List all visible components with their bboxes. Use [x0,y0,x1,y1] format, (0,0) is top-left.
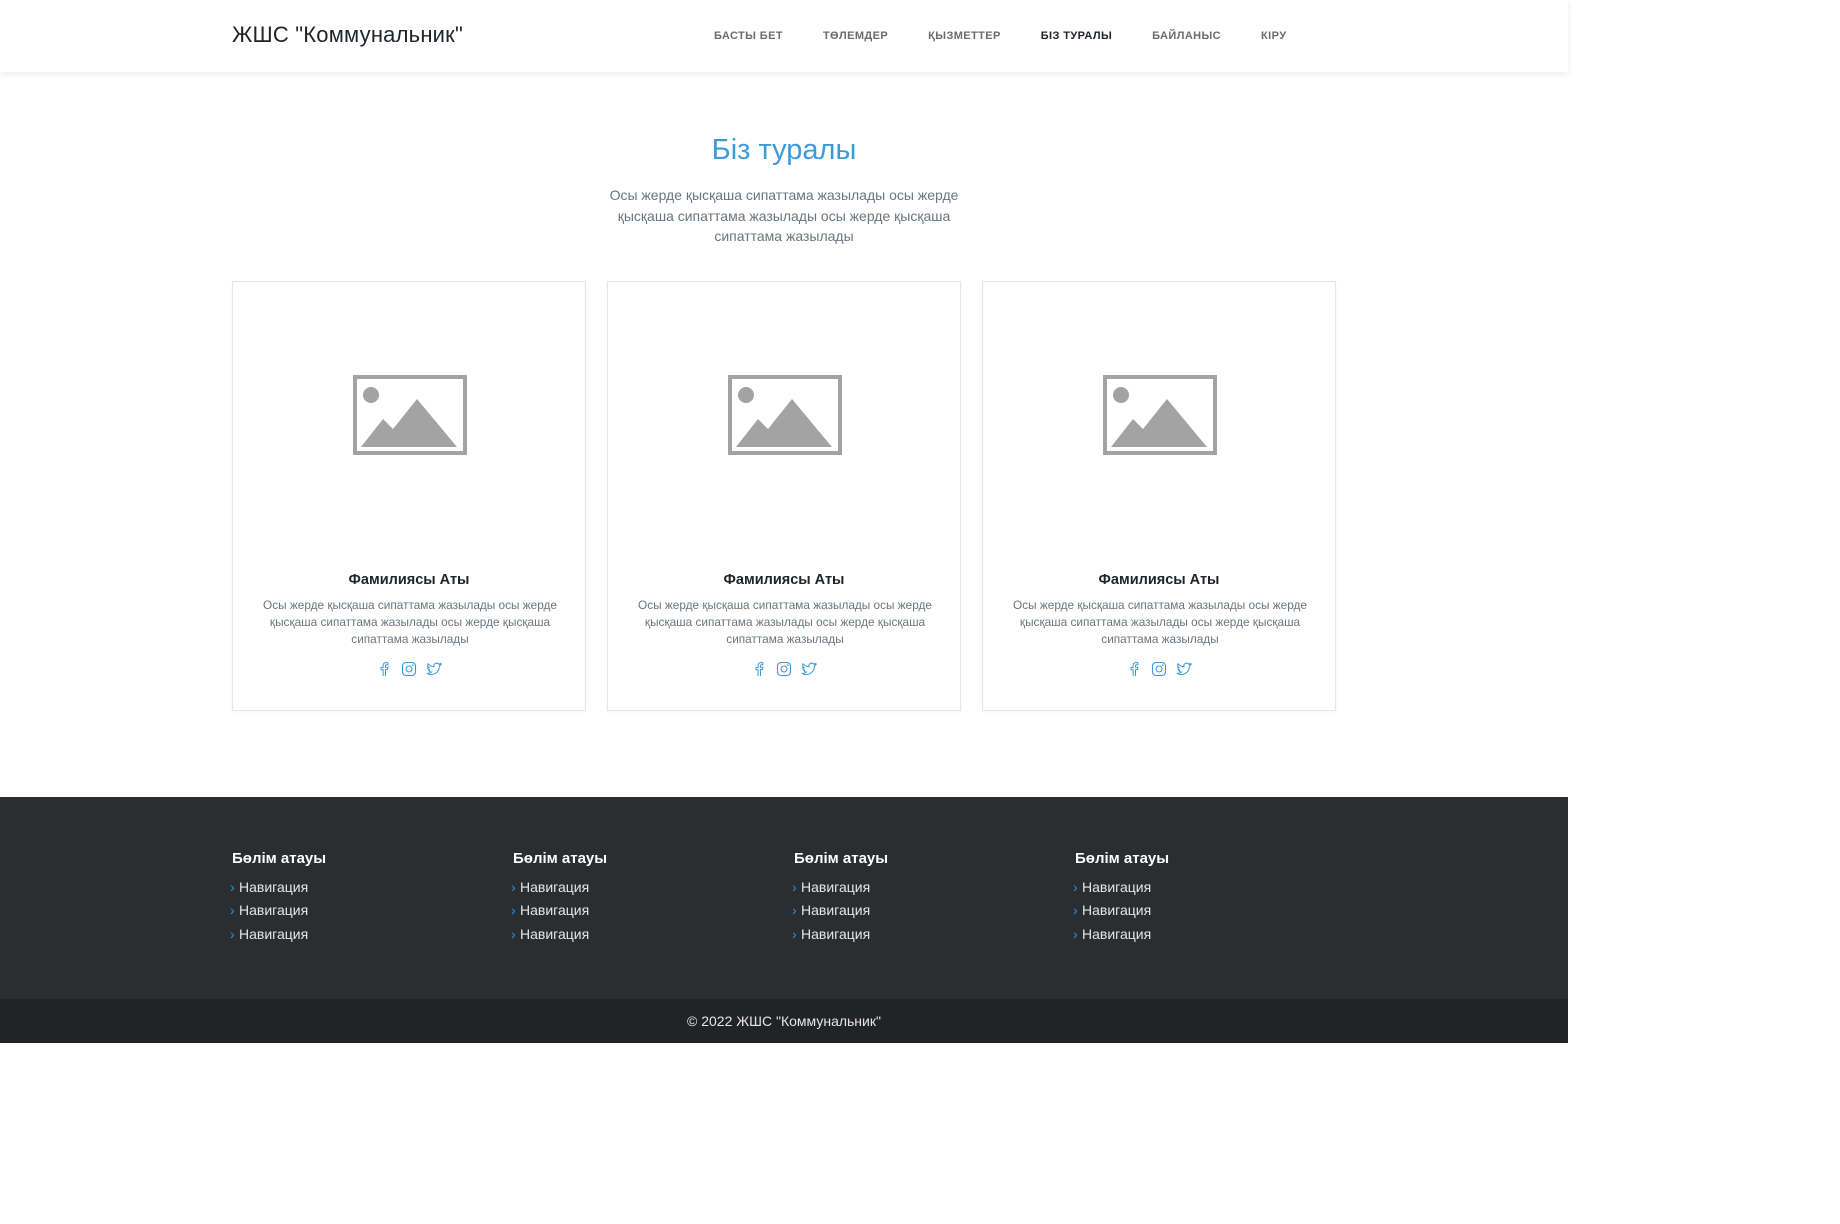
copyright-text: © 2022 ЖШС "Коммунальник" [0,999,1568,1043]
facebook-icon[interactable] [751,661,767,677]
footer-nav-item[interactable]: › Навигация [792,922,1054,946]
footer-nav-link[interactable]: Навигация [239,900,308,920]
image-placeholder-icon [353,375,467,455]
instagram-icon[interactable] [1151,661,1167,677]
page-title: Біз туралы [711,134,857,166]
image-placeholder-icon [728,375,842,455]
footer-nav-link[interactable]: Навигация [801,900,870,920]
team-card: Фамилиясы Аты Осы жерде қысқаша сипаттам… [607,281,961,711]
footer-nav-item[interactable]: › Навигация [230,875,492,899]
footer-nav-link[interactable]: Навигация [239,924,308,944]
footer-nav-list: › Навигация › Навигация › Навигация [792,875,1054,946]
team-card: Фамилиясы Аты Осы жерде қысқаша сипаттам… [982,281,1336,711]
footer-nav-link[interactable]: Навигация [801,877,870,897]
nav-link-login[interactable]: КІРУ [1241,28,1306,44]
nav-link-services[interactable]: ҚЫЗМЕТТЕР [908,28,1021,44]
member-description: Осы жерде қысқаша сипаттама жазылады осы… [1013,598,1307,646]
footer-nav-item[interactable]: › Навигация [1073,899,1335,923]
chevron-right-icon: › [792,902,797,919]
twitter-icon[interactable] [426,661,443,677]
footer-nav-link[interactable]: Навигация [1082,900,1151,920]
footer-nav-item[interactable]: › Навигация [511,899,773,923]
footer-nav-link[interactable]: Навигация [1082,877,1151,897]
nav-link-payments[interactable]: ТӨЛЕМДЕР [803,28,908,44]
team-card: Фамилиясы Аты Осы жерде қысқаша сипаттам… [232,281,586,711]
nav-link-home[interactable]: БАСТЫ БЕТ [694,28,803,44]
image-placeholder-icon [1103,375,1217,455]
social-links [233,661,585,677]
twitter-icon[interactable] [1176,661,1193,677]
footer-column: Бөлім атауы › Навигация › Навигация › Навиг… [511,850,773,946]
footer-column-title: Бөлім атауы [232,850,327,867]
chevron-right-icon: › [511,878,516,895]
nav-link-about[interactable]: БІЗ ТУРАЛЫ [1021,28,1132,44]
chevron-right-icon: › [1073,878,1078,895]
footer-nav-link[interactable]: Навигация [1082,924,1151,944]
member-name: Фамилиясы Аты [348,572,470,588]
footer-nav-link[interactable]: Навигация [520,924,589,944]
footer-nav-item[interactable]: › Навигация [230,922,492,946]
member-name: Фамилиясы Аты [723,572,845,588]
member-name: Фамилиясы Аты [1098,572,1220,588]
chevron-right-icon: › [230,902,235,919]
footer-nav-link[interactable]: Навигация [801,924,870,944]
footer-column: Бөлім атауы › Навигация › Навигация › Навиг… [230,850,492,946]
footer-nav-list: › Навигация › Навигация › Навигация [1073,875,1335,946]
footer-nav-item[interactable]: › Навигация [511,922,773,946]
member-description: Осы жерде қысқаша сипаттама жазылады осы… [263,598,557,646]
footer-nav-link[interactable]: Навигация [239,877,308,897]
instagram-icon[interactable] [401,661,417,677]
footer-column-title: Бөлім атауы [794,850,889,867]
chevron-right-icon: › [792,878,797,895]
footer-nav-link[interactable]: Навигация [520,877,589,897]
footer-nav-list: › Навигация › Навигация › Навигация [230,875,492,946]
footer-nav-item[interactable]: › Навигация [1073,875,1335,899]
footer-nav-item[interactable]: › Навигация [792,875,1054,899]
twitter-icon[interactable] [801,661,818,677]
footer-nav-item[interactable]: › Навигация [511,875,773,899]
chevron-right-icon: › [1073,925,1078,942]
footer-column-title: Бөлім атауы [1075,850,1170,867]
brand-logo[interactable]: ЖШС "Коммунальник" [232,22,463,48]
chevron-right-icon: › [230,925,235,942]
member-description: Осы жерде қысқаша сипаттама жазылады осы… [638,598,932,646]
chevron-right-icon: › [1073,902,1078,919]
chevron-right-icon: › [511,902,516,919]
site-header: ЖШС "Коммунальник" БАСТЫ БЕТ ТӨЛЕМДЕР ҚЫ… [0,0,1568,72]
facebook-icon[interactable] [376,661,392,677]
footer-nav-list: › Навигация › Навигация › Навигация [511,875,773,946]
nav-link-contact[interactable]: БАЙЛАНЫС [1132,28,1241,44]
footer-nav-item[interactable]: › Навигация [230,899,492,923]
instagram-icon[interactable] [776,661,792,677]
chevron-right-icon: › [792,925,797,942]
footer-nav-item[interactable]: › Навигация [1073,922,1335,946]
social-links [608,661,960,677]
chevron-right-icon: › [511,925,516,942]
page-description: Осы жерде қысқаша сипаттама жазылады осы… [609,187,959,244]
social-links [983,661,1335,677]
facebook-icon[interactable] [1126,661,1142,677]
footer-column-title: Бөлім атауы [513,850,608,867]
footer-column: Бөлім атауы › Навигация › Навигация › Навиг… [792,850,1054,946]
footer-nav-item[interactable]: › Навигация [792,899,1054,923]
chevron-right-icon: › [230,878,235,895]
footer-column: Бөлім атауы › Навигация › Навигация › Навиг… [1073,850,1335,946]
footer-nav-link[interactable]: Навигация [520,900,589,920]
main-nav: БАСТЫ БЕТ ТӨЛЕМДЕР ҚЫЗМЕТТЕР БІЗ ТУРАЛЫ … [694,28,1306,44]
